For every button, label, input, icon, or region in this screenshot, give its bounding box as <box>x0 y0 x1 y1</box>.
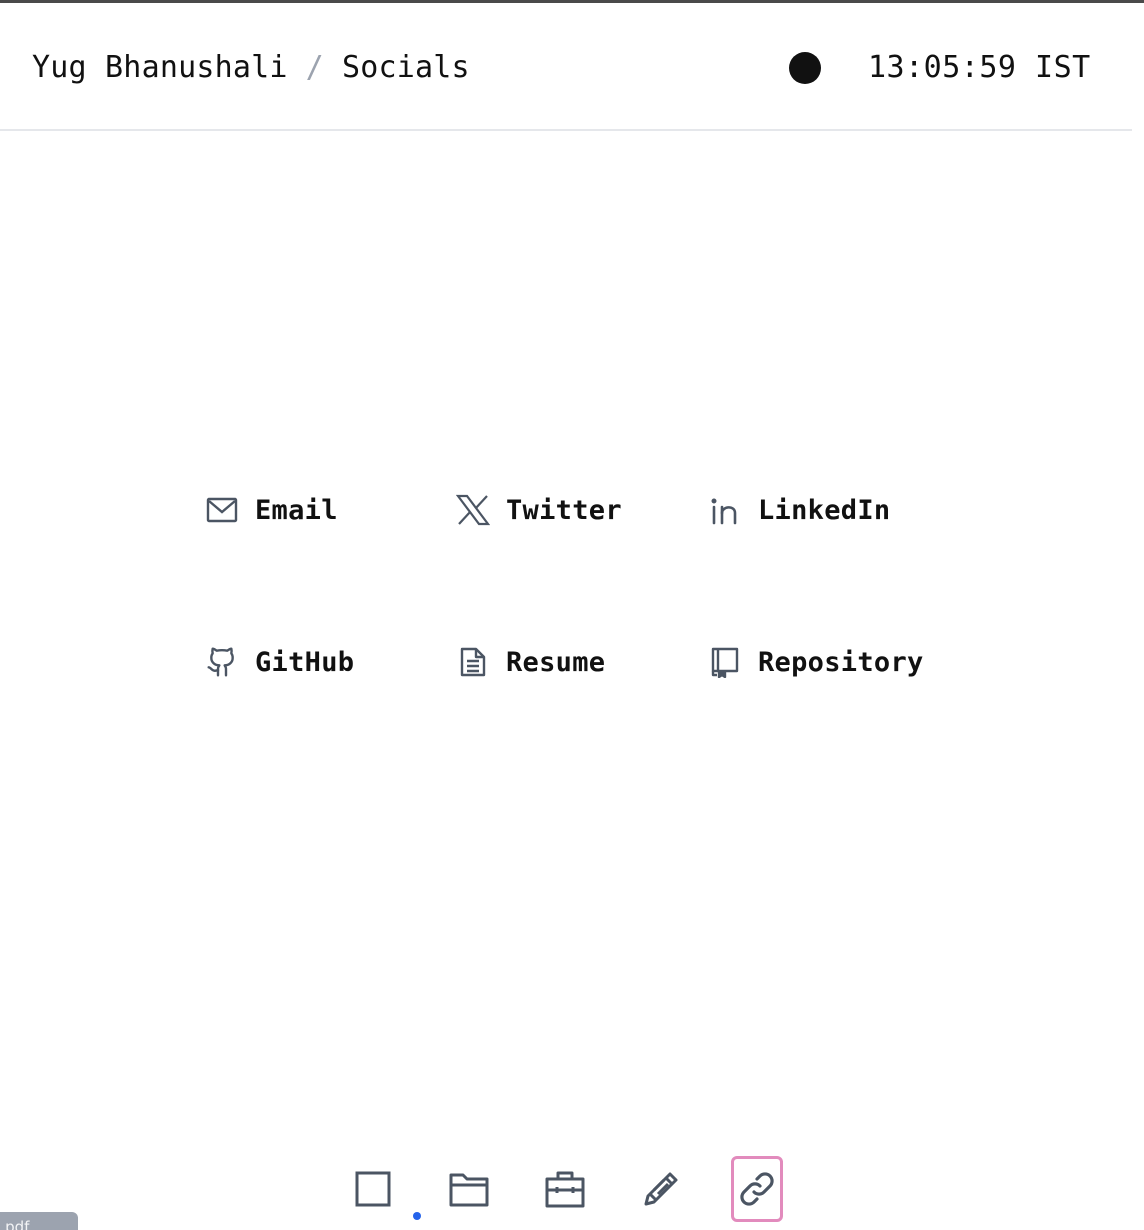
x-logo-icon <box>456 493 490 527</box>
top-bar: Yug Bhanushali / Socials 13:05:59 IST <box>0 3 1132 131</box>
pencil-icon <box>644 1172 678 1206</box>
email-link[interactable]: Email <box>205 490 338 530</box>
resume-link[interactable]: Resume <box>456 642 605 682</box>
repository-link[interactable]: Repository <box>708 642 924 682</box>
status-dot <box>789 52 821 84</box>
social-links-grid: Email Twitter LinkedIn GitHub Resume Rep… <box>205 490 1005 690</box>
dock-projects-button[interactable] <box>443 1158 495 1220</box>
active-indicator-dot <box>413 1212 421 1220</box>
bottom-dock <box>340 1150 800 1230</box>
dock-home-button[interactable] <box>347 1158 399 1220</box>
breadcrumb: Yug Bhanushali / Socials <box>32 51 470 85</box>
dock-work-button[interactable] <box>539 1158 591 1220</box>
breadcrumb-home-link[interactable]: Yug Bhanushali <box>32 51 288 85</box>
briefcase-icon <box>545 1171 585 1208</box>
resume-link-label: Resume <box>506 646 606 678</box>
dock-socials-button[interactable] <box>731 1156 783 1222</box>
dock-writing-button[interactable] <box>635 1158 687 1220</box>
github-link[interactable]: GitHub <box>205 642 354 682</box>
folder-icon <box>449 1173 489 1207</box>
linkedin-link-label: LinkedIn <box>758 494 891 526</box>
email-link-label: Email <box>255 494 338 526</box>
repository-icon <box>708 645 742 679</box>
repository-link-label: Repository <box>758 646 924 678</box>
clock: 13:05:59 IST <box>868 50 1091 85</box>
twitter-link[interactable]: Twitter <box>456 490 622 530</box>
linkedin-icon <box>708 493 742 527</box>
github-link-label: GitHub <box>255 646 355 678</box>
twitter-link-label: Twitter <box>506 494 622 526</box>
breadcrumb-current-page: Socials <box>341 50 470 85</box>
linkedin-link[interactable]: LinkedIn <box>708 490 890 530</box>
breadcrumb-separator: / <box>305 50 324 85</box>
mail-icon <box>205 493 239 527</box>
download-chip[interactable]: li.pdf <box>0 1212 78 1230</box>
document-icon <box>456 645 490 679</box>
square-icon <box>355 1171 391 1207</box>
link-icon <box>740 1172 774 1206</box>
github-icon <box>205 645 239 679</box>
